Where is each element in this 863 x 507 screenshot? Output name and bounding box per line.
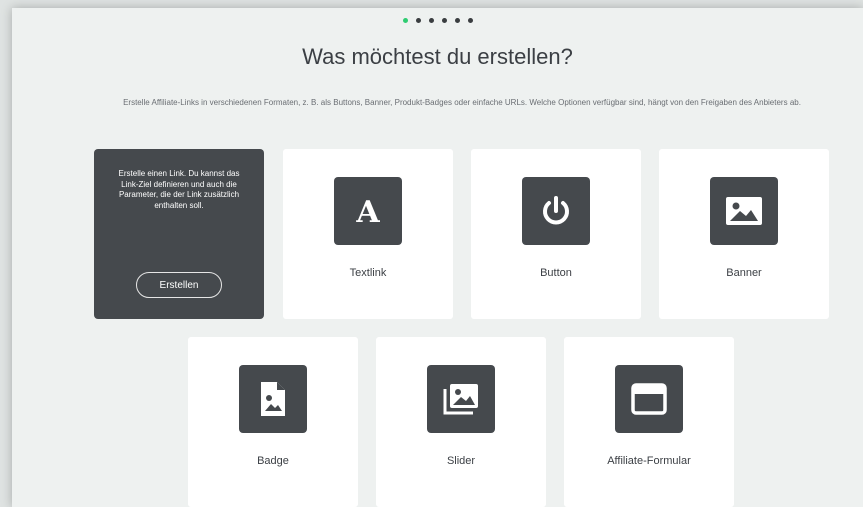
option-label: Textlink bbox=[349, 267, 387, 279]
option-card-slider[interactable]: Slider bbox=[376, 337, 546, 507]
image-gallery-icon bbox=[427, 365, 495, 433]
power-icon bbox=[522, 177, 590, 245]
step-dot-1[interactable] bbox=[402, 18, 408, 23]
window-icon bbox=[615, 365, 683, 433]
step-dot-4[interactable] bbox=[441, 18, 447, 23]
option-card-textlink[interactable]: A Textlink bbox=[283, 149, 453, 319]
option-label: Affiliate-Formular bbox=[607, 455, 691, 467]
intro-card: Erstelle einen Link. Du kannst das Link-… bbox=[94, 149, 264, 319]
letter-a-icon: A bbox=[334, 177, 402, 245]
create-button[interactable]: Erstellen bbox=[136, 272, 222, 298]
svg-text:A: A bbox=[355, 195, 380, 228]
step-dot-3[interactable] bbox=[428, 18, 434, 23]
intro-card-text: Erstelle einen Link. Du kannst das Link-… bbox=[118, 169, 240, 210]
document-image-icon bbox=[239, 365, 307, 433]
step-dot-5[interactable] bbox=[454, 18, 460, 23]
page-title: Was möchtest du erstellen? bbox=[302, 44, 573, 69]
page-description: Erstelle Affiliate-Links in verschiedene… bbox=[123, 98, 801, 107]
create-affiliate-link-panel: Was möchtest du erstellen? Erstelle Affi… bbox=[12, 8, 863, 507]
option-label: Button bbox=[540, 267, 572, 279]
step-dot-6[interactable] bbox=[467, 18, 473, 23]
option-card-badge[interactable]: Badge bbox=[188, 337, 358, 507]
option-label: Slider bbox=[446, 455, 476, 467]
option-card-button[interactable]: Button bbox=[471, 149, 641, 319]
image-icon bbox=[710, 177, 778, 245]
option-label: Banner bbox=[726, 267, 762, 279]
step-dot-2[interactable] bbox=[415, 18, 421, 23]
option-label: Badge bbox=[257, 455, 289, 467]
step-indicator bbox=[12, 18, 863, 23]
option-card-affiliate-form[interactable]: Affiliate-Formular bbox=[564, 337, 734, 507]
option-card-banner[interactable]: Banner bbox=[659, 149, 829, 319]
